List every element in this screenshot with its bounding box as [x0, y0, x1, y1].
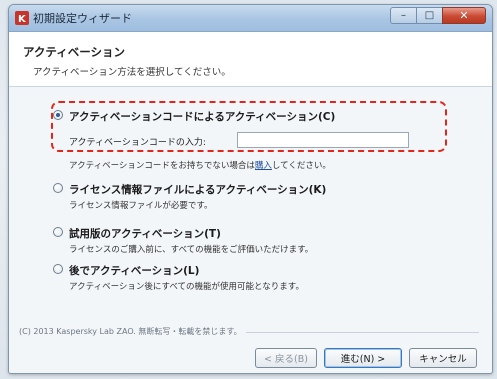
caption-buttons: – □ ✕: [390, 7, 486, 25]
activation-code-input[interactable]: [237, 132, 409, 148]
header-panel: アクティベーション アクティベーション方法を選択してください。: [9, 32, 492, 87]
window-title: 初期設定ウィザード: [33, 12, 132, 25]
option-license-file-description: ライセンス情報ファイルが必要です。: [69, 201, 213, 211]
page-title: アクティベーション: [23, 45, 126, 59]
svg-text:K: K: [18, 14, 27, 25]
option-trial-label[interactable]: 試用版のアクティベーション(T): [69, 226, 221, 241]
next-button[interactable]: 進む(N) >: [324, 348, 402, 368]
purchase-link[interactable]: 購入: [255, 161, 272, 171]
cancel-button[interactable]: キャンセル: [409, 348, 477, 368]
option-later-label[interactable]: 後でアクティベーション(L): [69, 263, 199, 278]
radio-trial[interactable]: [53, 227, 63, 237]
page-subtitle: アクティベーション方法を選択してください。: [33, 67, 231, 78]
back-button[interactable]: < 戻る(B): [255, 348, 317, 368]
purchase-note-tail: してください。: [271, 161, 331, 171]
option-trial-description: ライセンスのご購入前に、すべての機能をご評価いただけます。: [69, 245, 314, 255]
close-button[interactable]: ✕: [442, 7, 486, 24]
radio-later[interactable]: [53, 264, 63, 274]
option-activation-code-label[interactable]: アクティベーションコードによるアクティベーション(C): [69, 109, 335, 124]
minimize-button[interactable]: –: [390, 7, 416, 24]
activation-code-label: アクティベーションコードの入力:: [69, 138, 206, 148]
wizard-window: K 初期設定ウィザード – □ ✕ アクティベーション アクティベーション方法を…: [8, 4, 493, 374]
maximize-button[interactable]: □: [416, 7, 442, 24]
copyright-text: (C) 2013 Kaspersky Lab ZAO. 無断転写・転載を禁じます…: [19, 326, 246, 337]
title-bar: K 初期設定ウィザード – □ ✕: [9, 5, 492, 32]
options-area: アクティベーションコードによるアクティベーション(C) アクティベーションコード…: [9, 87, 492, 327]
purchase-note: アクティベーションコードをお持ちでない場合は購入してください。: [69, 159, 331, 171]
app-icon: K: [15, 11, 29, 25]
radio-activation-code[interactable]: [53, 110, 63, 120]
option-later-description: アクティベーション後にすべての機能が使用可能となります。: [69, 282, 304, 292]
option-license-file-label[interactable]: ライセンス情報ファイルによるアクティベーション(K): [69, 182, 326, 197]
purchase-note-text: アクティベーションコードをお持ちでない場合は: [69, 161, 255, 171]
radio-license-file[interactable]: [53, 183, 63, 193]
